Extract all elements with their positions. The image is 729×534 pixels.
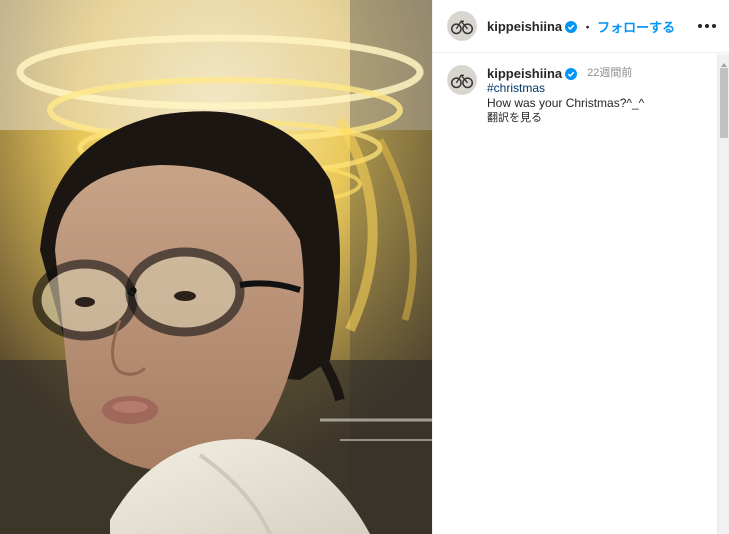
post-side-panel: kippeishiina ・ フォローする kippeishiina 22週間前… <box>432 0 729 534</box>
caption-header: kippeishiina 22週間前 <box>487 66 644 81</box>
post-username[interactable]: kippeishiina <box>487 19 562 34</box>
caption-comment: kippeishiina 22週間前 #christmas How was yo… <box>433 54 729 126</box>
post-header: kippeishiina ・ フォローする <box>433 0 729 53</box>
caption-avatar[interactable] <box>447 65 477 95</box>
verified-badge-icon <box>565 67 578 80</box>
instagram-post-view: kippeishiina ・ フォローする kippeishiina 22週間前… <box>0 0 729 534</box>
post-photo[interactable] <box>0 0 432 534</box>
caption-username[interactable]: kippeishiina <box>487 66 562 81</box>
more-options-icon[interactable] <box>695 14 719 38</box>
verified-badge-icon <box>565 20 578 33</box>
scroll-thumb[interactable] <box>720 68 728 138</box>
post-time[interactable]: 22週間前 <box>587 66 632 81</box>
scroll-up-arrow-icon[interactable] <box>720 56 728 67</box>
translate-link[interactable]: 翻訳を見る <box>487 111 644 126</box>
selfie-photo <box>0 0 432 534</box>
avatar-image <box>448 66 476 94</box>
scrollbar[interactable] <box>717 54 729 534</box>
caption-text: How was your Christmas?^_^ <box>487 96 645 110</box>
caption-body: kippeishiina 22週間前 #christmas How was yo… <box>487 65 644 126</box>
comments-section: kippeishiina 22週間前 #christmas How was yo… <box>433 54 729 534</box>
follow-button[interactable]: フォローする <box>597 17 675 36</box>
avatar-image <box>448 12 476 40</box>
hashtag-link[interactable]: #christmas <box>487 81 644 96</box>
avatar[interactable] <box>447 11 477 41</box>
separator: ・ <box>581 19 595 35</box>
